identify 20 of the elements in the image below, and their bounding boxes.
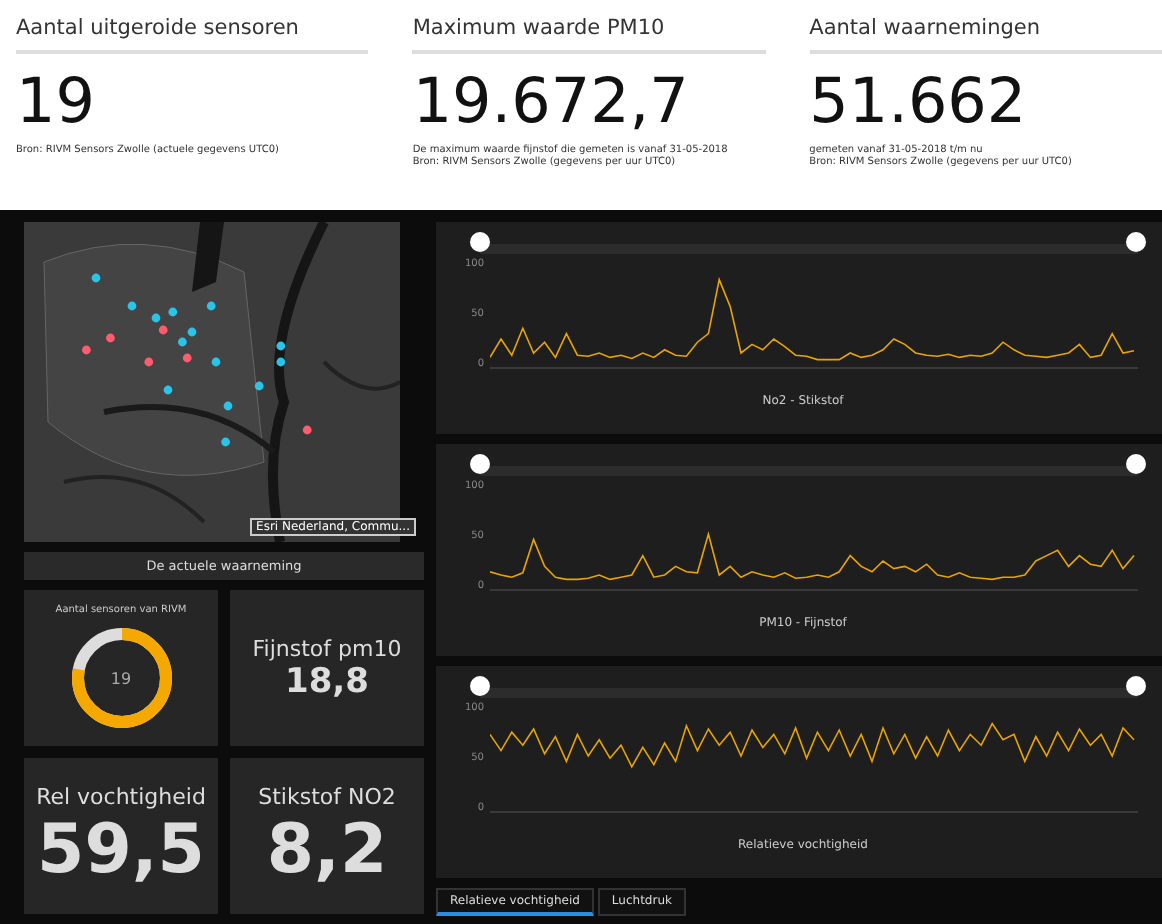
metric-title: Fijnstof pm10 bbox=[252, 635, 402, 661]
metric-title: Rel vochtigheid bbox=[36, 783, 206, 809]
stat-title: Maximum waarde PM10 bbox=[412, 16, 766, 54]
donut-gauge bbox=[67, 624, 175, 732]
stat-title: Aantal uitgeroide sensoren bbox=[16, 16, 369, 54]
metric-value: 8,2 bbox=[266, 809, 388, 889]
metric-value: 59,5 bbox=[37, 809, 205, 889]
metric-title: Stikstof NO2 bbox=[258, 783, 396, 809]
range-handle[interactable] bbox=[470, 454, 490, 474]
range-handle[interactable] bbox=[470, 232, 490, 252]
stat-value: 51.662 bbox=[809, 66, 1029, 138]
range-handle[interactable] bbox=[1126, 232, 1146, 252]
range-handle[interactable] bbox=[470, 676, 490, 696]
metric-value: 18,8 bbox=[285, 661, 369, 701]
stat-title: Aantal waarnemingen bbox=[809, 16, 1162, 54]
stat-value: 19 bbox=[16, 66, 97, 138]
stat-value: 19.672,7 bbox=[412, 66, 691, 138]
gauge-value: 19 bbox=[110, 669, 132, 687]
range-handle[interactable] bbox=[1126, 676, 1146, 696]
range-handle[interactable] bbox=[1126, 454, 1146, 474]
